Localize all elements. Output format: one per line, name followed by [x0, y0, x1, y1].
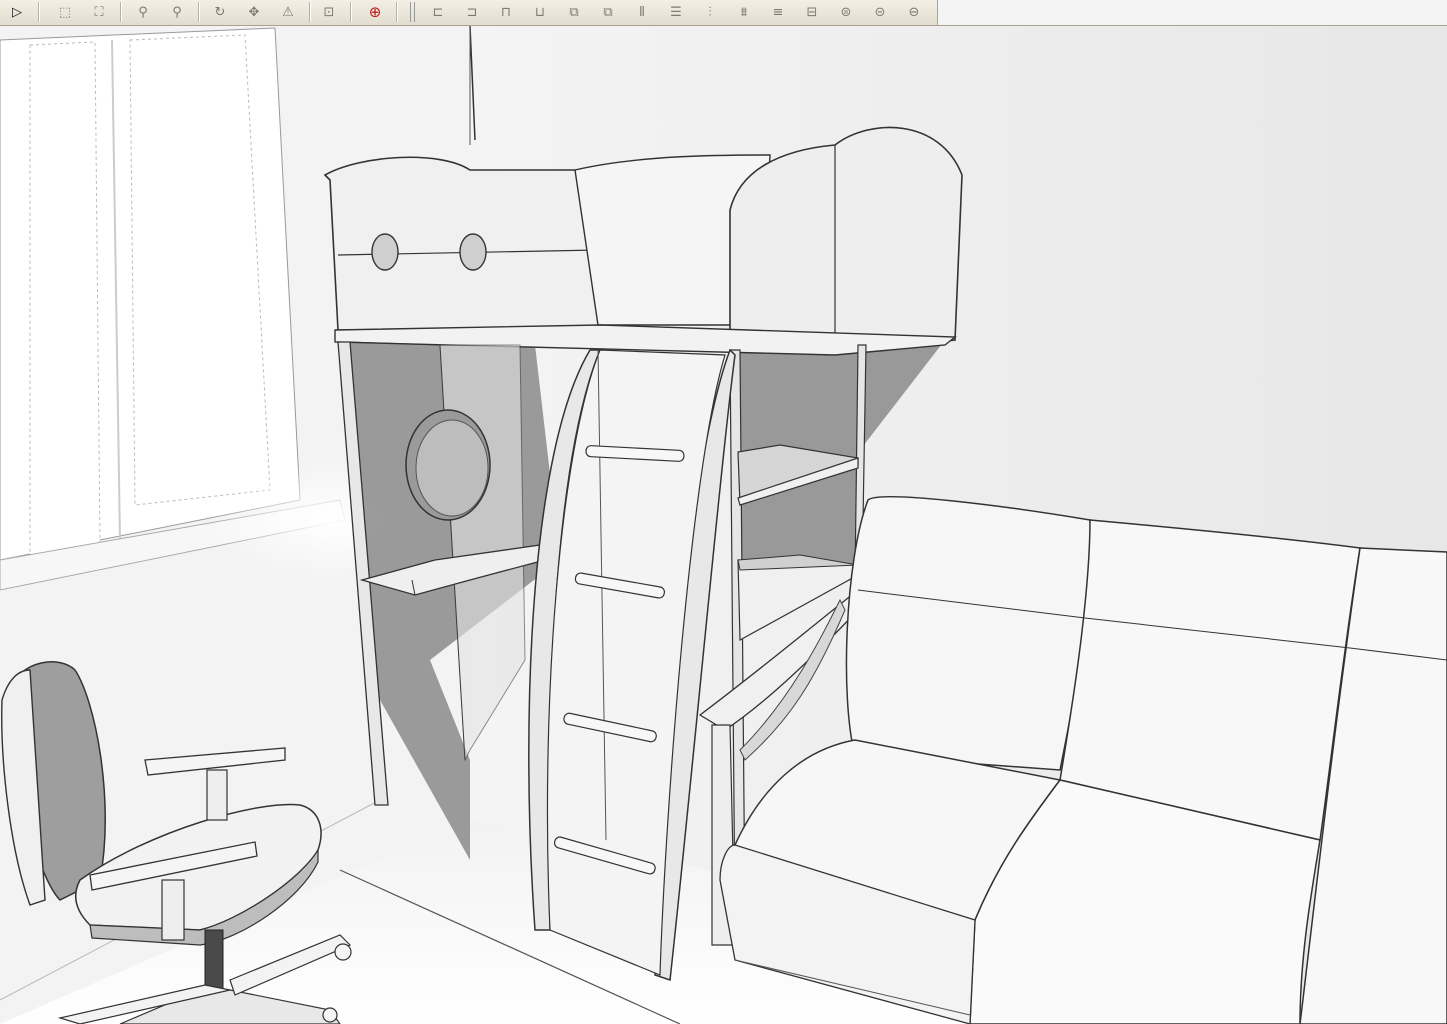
- distribute-vertical-icon[interactable]: ☰: [666, 2, 686, 22]
- toolbar-separator: [120, 2, 122, 22]
- align-front-icon[interactable]: ⧉: [564, 2, 584, 22]
- toolbar-separator: [198, 2, 200, 22]
- stack-icon[interactable]: ⊜: [836, 2, 856, 22]
- toolbar-group-modify: ↻ ✥ ⚠: [203, 0, 315, 24]
- zoom-window-icon[interactable]: ⬚: [55, 2, 75, 22]
- select-arrow-icon[interactable]: ▷: [7, 2, 27, 22]
- modeling-app-window: ▷ ⬚ ⛶ ⚲ ⚲ ↻ ✥ ⚠ ⊡ ⊕ ⊏ ⊐ ⊓ ⊔ ⧉ ⧉ ⫴ ☰ ⫶ ⩩ ≡ ⊟ ⊜ ⊝ ⊖: [0, 0, 1447, 1024]
- toolbar-separator: [396, 2, 398, 22]
- rotate-icon[interactable]: ↻: [210, 2, 230, 22]
- zoom-extents-icon[interactable]: ⛶: [89, 2, 109, 22]
- space-depth-icon[interactable]: ⊟: [802, 2, 822, 22]
- distribute-horizontal-icon[interactable]: ⫴: [632, 2, 652, 22]
- toolbar-group-select: ▷: [0, 0, 44, 24]
- toolbar-separator: [350, 2, 352, 22]
- help-lifebuoy-icon[interactable]: ⊕: [365, 2, 385, 22]
- align-left-icon[interactable]: ⊏: [428, 2, 448, 22]
- align-bottom-icon[interactable]: ⊔: [530, 2, 550, 22]
- toolbar-separator: [38, 2, 40, 22]
- toolbar-grip[interactable]: [410, 2, 415, 22]
- toolbar-group-help: ⊕: [358, 0, 402, 24]
- distribute-depth-icon[interactable]: ⫶: [700, 2, 720, 22]
- group-icon[interactable]: ⊝: [870, 2, 890, 22]
- room-render[interactable]: [0, 26, 1447, 1024]
- section-plane-icon[interactable]: ⚠: [278, 2, 298, 22]
- move-icon[interactable]: ✥: [244, 2, 264, 22]
- 3d-viewport[interactable]: [0, 26, 1447, 1024]
- space-horizontal-icon[interactable]: ⩩: [734, 2, 754, 22]
- layer-icon[interactable]: ⊡: [319, 2, 339, 22]
- align-top-icon[interactable]: ⊓: [496, 2, 516, 22]
- toolbar-group-view: ⬚ ⛶: [48, 0, 126, 24]
- look-around-icon[interactable]: ⚲: [167, 2, 187, 22]
- align-right-icon[interactable]: ⊐: [462, 2, 482, 22]
- toolbar-group-walk: ⚲ ⚲: [126, 0, 204, 24]
- toolbar-separator: [309, 2, 311, 22]
- toolbar-empty-area: [937, 0, 1447, 25]
- position-camera-icon[interactable]: ⚲: [133, 2, 153, 22]
- toolbar-group-align: ⊏ ⊐ ⊓ ⊔ ⧉ ⧉ ⫴ ☰ ⫶ ⩩ ≡ ⊟ ⊜ ⊝ ⊖: [404, 0, 931, 24]
- toolbar-group-layers: ⊡: [312, 0, 356, 24]
- space-vertical-icon[interactable]: ≡: [768, 2, 788, 22]
- lock-icon[interactable]: ⊖: [904, 2, 924, 22]
- align-back-icon[interactable]: ⧉: [598, 2, 618, 22]
